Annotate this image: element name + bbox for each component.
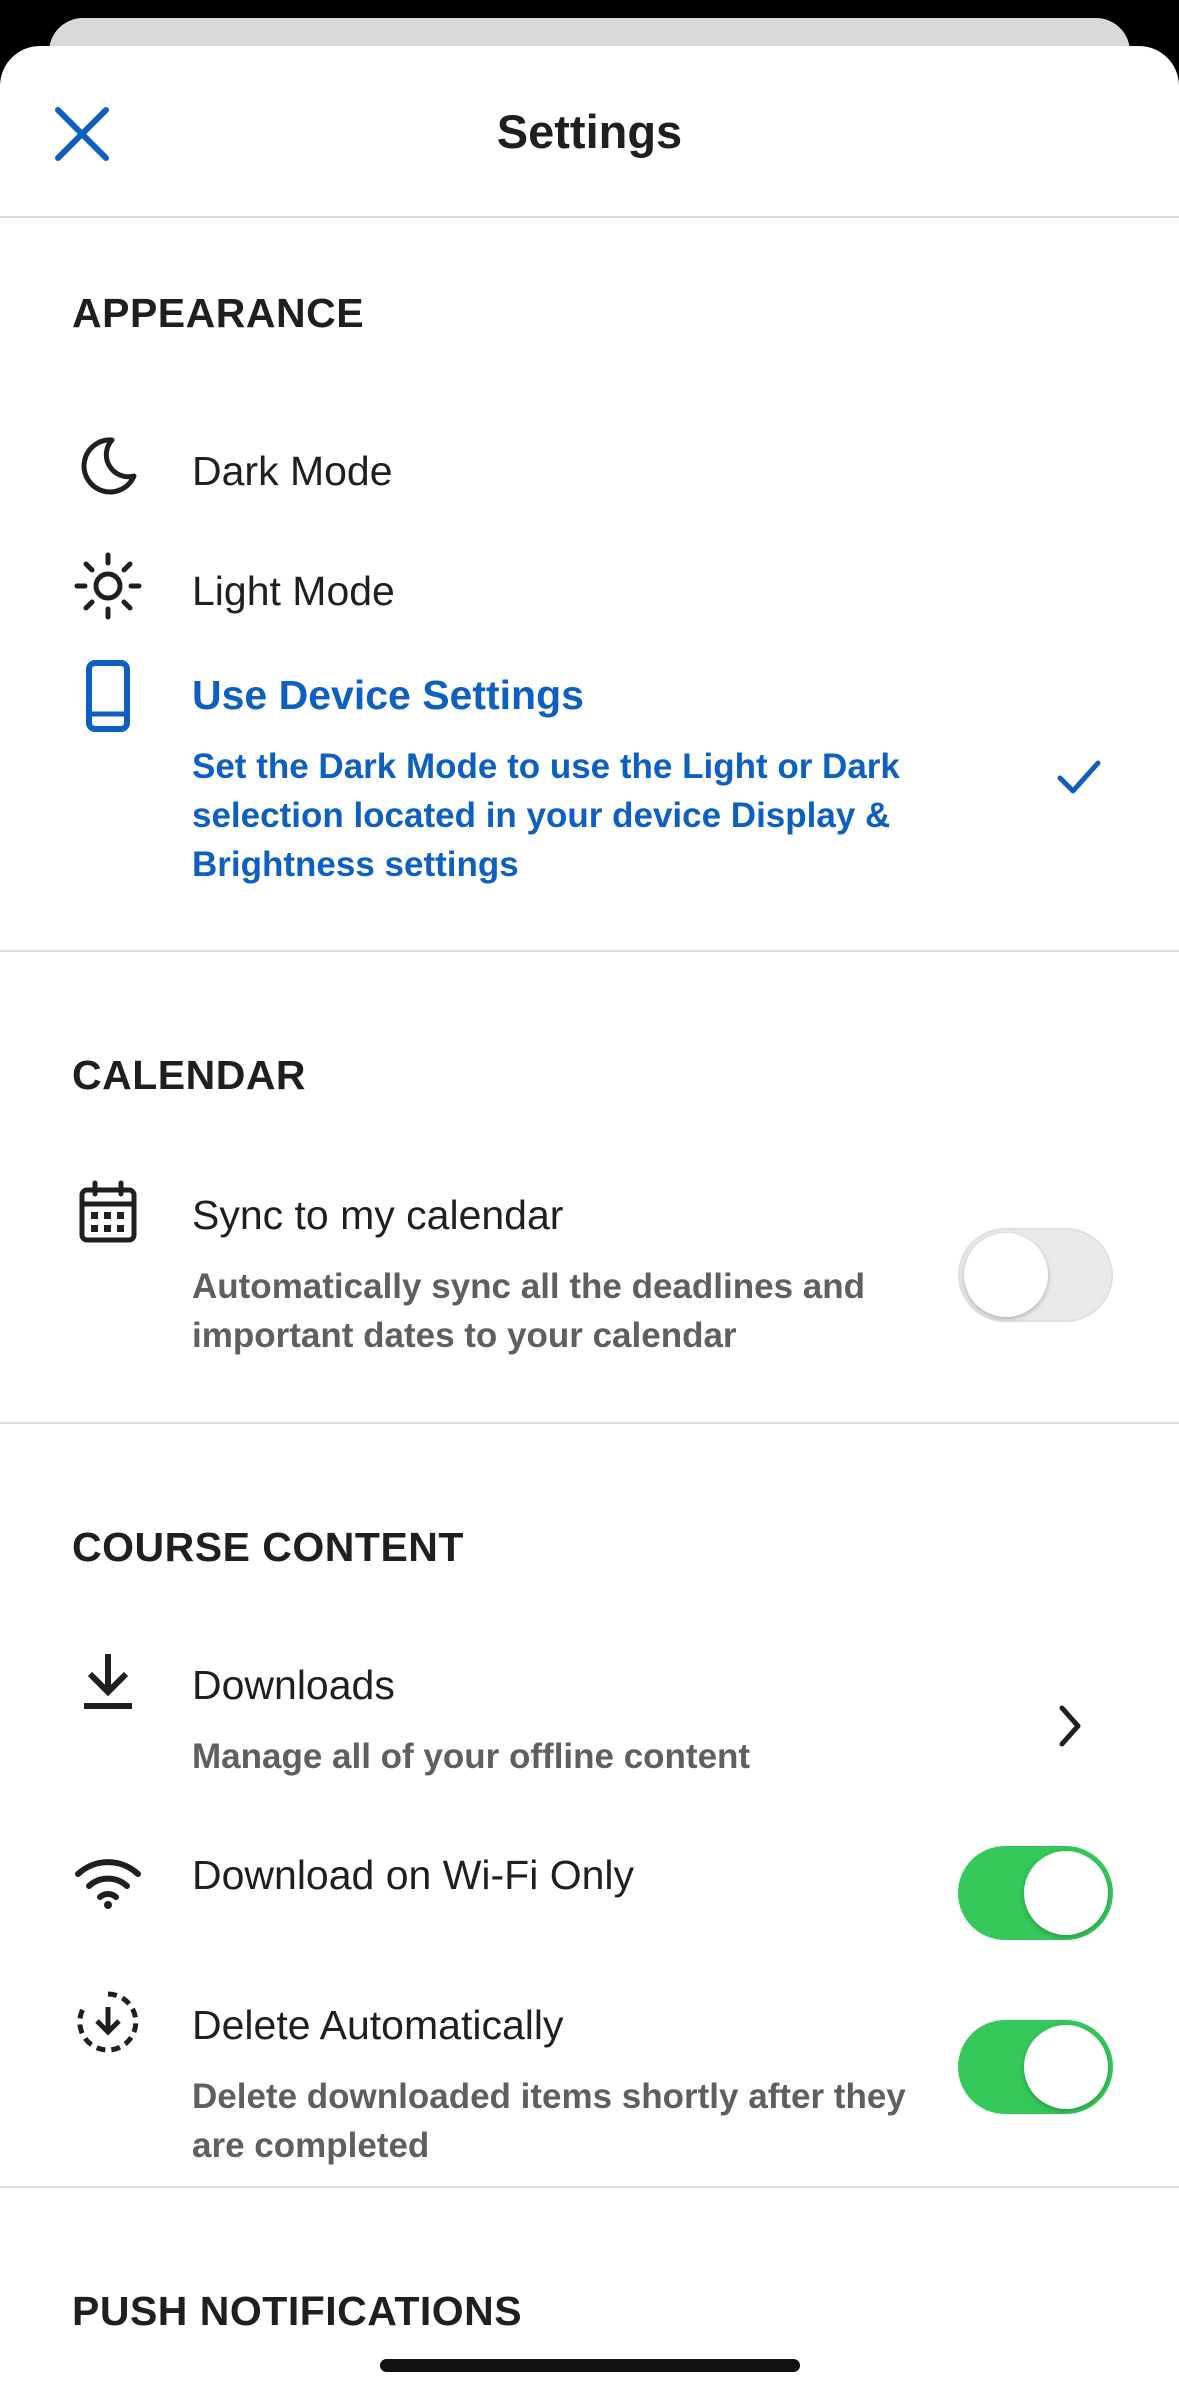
delete-automatically-label: Delete Automatically [192,2002,564,2048]
dark-mode-label: Dark Mode [192,448,393,494]
section-title-course-content: COURSE CONTENT [72,1524,464,1570]
toggle-knob [964,1233,1048,1317]
delete-download-icon [72,1986,144,2058]
delete-automatically-description: Delete downloaded items shortly after th… [192,2077,906,2165]
use-device-settings-option[interactable]: Use Device Settings Set the Dark Mode to… [0,656,1179,936]
sync-calendar-row: Sync to my calendar Automatically sync a… [0,1176,1179,1406]
toggle-knob [1024,2025,1108,2109]
downloads-description: Manage all of your offline content [192,1737,751,1776]
sync-calendar-description: Automatically sync all the deadlines and… [192,1267,865,1355]
section-title-calendar: CALENDAR [72,1052,307,1098]
sync-calendar-toggle[interactable] [958,1228,1113,1322]
divider [0,2186,1179,2188]
chevron-right-icon [1056,1704,1084,1753]
delete-automatically-toggle[interactable] [958,2020,1113,2114]
home-indicator [380,2359,800,2372]
download-icon [72,1646,144,1718]
downloads-row[interactable]: Downloads Manage all of your offline con… [0,1646,1179,1816]
light-mode-option[interactable]: Light Mode [0,536,1179,636]
nav-bar: Settings [0,46,1179,218]
light-mode-label: Light Mode [192,568,395,614]
dark-mode-option[interactable]: Dark Mode [0,416,1179,516]
sun-icon [72,550,144,622]
settings-sheet: Settings APPEARANCE Dark Mode Light Mode [0,46,1179,2396]
sync-calendar-label: Sync to my calendar [192,1192,564,1238]
delete-automatically-row: Delete Automatically Delete downloaded i… [0,1986,1179,2186]
use-device-settings-label: Use Device Settings [192,672,584,718]
downloads-label: Downloads [192,1662,395,1708]
page-title: Settings [496,105,683,158]
phone-icon [72,656,144,736]
use-device-settings-description: Set the Dark Mode to use the Light or Da… [192,747,900,884]
moon-icon [72,430,144,502]
wifi-only-row: Download on Wi-Fi Only [0,1846,1179,1956]
checkmark-icon [1056,758,1102,801]
wifi-only-label: Download on Wi-Fi Only [192,1852,635,1898]
toggle-knob [1024,1851,1108,1935]
section-title-appearance: APPEARANCE [72,290,365,336]
calendar-icon [72,1176,144,1248]
wifi-only-toggle[interactable] [958,1846,1113,1940]
section-title-push-notifications: PUSH NOTIFICATIONS [72,2288,523,2334]
divider [0,950,1179,952]
wifi-icon [72,1846,144,1918]
divider [0,1422,1179,1424]
